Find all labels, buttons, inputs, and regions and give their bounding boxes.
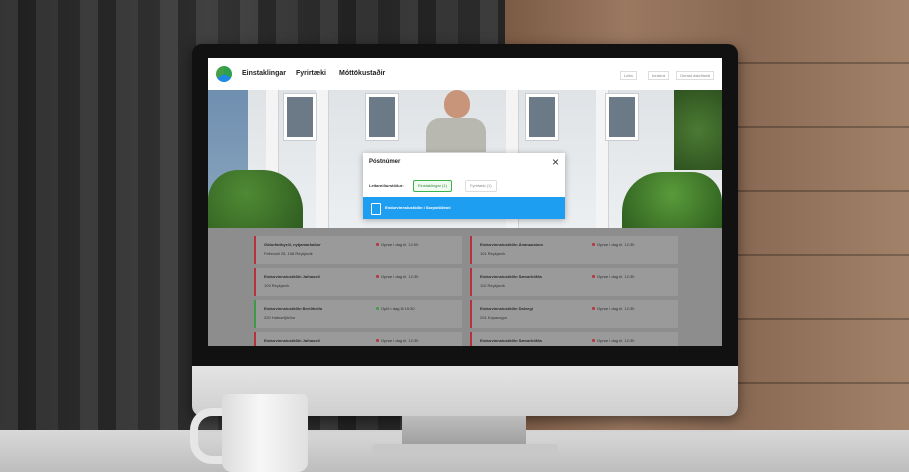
search-button[interactable]: Leita: [620, 71, 637, 80]
subscribe-button[interactable]: Gerast áskrifandi: [676, 71, 715, 80]
location-card[interactable]: Endurvinnslustöðin Jafnaseli Opnar í dag…: [254, 332, 462, 346]
status-dot-icon: [376, 243, 379, 246]
location-card[interactable]: Göturfaribyrði, nytjamarkaður Fellsmúli …: [254, 236, 462, 264]
location-name: Endurvinnslustöðin Sævarhöfða: [480, 274, 542, 279]
location-name: Endurvinnslustöðin Jafnaseli: [264, 338, 320, 343]
hero-bush-right: [622, 172, 722, 228]
location-name: Göturfaribyrði, nytjamarkaður: [264, 242, 321, 247]
location-name: Endurvinnslustöðin Dalvegi: [480, 306, 533, 311]
status-dot-icon: [592, 275, 595, 278]
filter-fyrirtaeki[interactable]: Fyrirtæki (1): [465, 180, 497, 192]
status-dot-icon: [376, 339, 379, 342]
location-address: 110 Reykjavík: [480, 283, 505, 288]
status-dot-icon: [592, 243, 595, 246]
monitor-stand: [402, 416, 526, 446]
postcode-modal: Póstnúmer × Leitarniðurstöður: Einstakli…: [363, 153, 565, 219]
person-head: [444, 90, 470, 118]
site-header: Einstaklingar Fyrirtæki Móttökustaðir Le…: [208, 58, 722, 90]
status-dot-icon: [592, 307, 595, 310]
house-window: [284, 94, 316, 140]
close-icon[interactable]: ×: [552, 155, 559, 169]
location-status: Opnar í dag kl. 12:30: [592, 338, 634, 343]
location-card[interactable]: Endurvinnslustöðin Sævarhöfða Opnar í da…: [470, 332, 678, 346]
location-name: Endurvinnslustöðin Jafnaseli: [264, 274, 320, 279]
location-name: Endurvinnslustöðin Ánanaustum: [480, 242, 543, 247]
location-card[interactable]: Endurvinnslustöðin Sævarhöfða 110 Reykja…: [470, 268, 678, 296]
location-address: 201 Kópavogur: [480, 315, 508, 320]
bin-icon: [371, 203, 381, 215]
location-status: Opnar í dag kl. 12:30: [592, 306, 634, 311]
location-status: Opnar í dag kl. 12:30: [376, 274, 418, 279]
house-window: [526, 94, 558, 140]
results-label: Leitarniðurstöður:: [369, 183, 404, 188]
location-name: Endurvinnslustöðin Sævarhöfða: [480, 338, 542, 343]
nav-item-einstaklingar[interactable]: Einstaklingar: [242, 70, 286, 77]
status-dot-icon: [376, 275, 379, 278]
monitor-screen: Einstaklingar Fyrirtæki Móttökustaðir Le…: [208, 58, 722, 346]
location-list: Göturfaribyrði, nytjamarkaður Fellsmúli …: [208, 228, 722, 346]
location-address: 101 Reykjavík: [480, 251, 506, 256]
status-dot-icon: [592, 339, 595, 342]
location-address: 220 Hafnarfjörður: [264, 315, 296, 320]
location-address: 109 Reykjavík: [264, 283, 290, 288]
nav-item-fyrirtaeki[interactable]: Fyrirtæki: [296, 70, 326, 77]
location-status: Opnar í dag kl. 12:00: [376, 242, 418, 247]
modal-title: Póstnúmer: [369, 159, 401, 165]
location-name: Endurvinnslustöðin Breiðhellu: [264, 306, 323, 311]
status-dot-icon: [376, 307, 379, 310]
location-address: Fellsmúli 28, 108 Reykjavík: [264, 251, 313, 256]
monitor-stand-base: [372, 444, 558, 454]
location-status: Opnar í dag kl. 12:30: [592, 274, 634, 279]
site-logo-icon[interactable]: [216, 66, 232, 82]
location-card[interactable]: Endurvinnslustöðin Dalvegi 201 Kópavogur…: [470, 300, 678, 328]
filter-einstaklingar[interactable]: Einstaklingar (1): [413, 180, 452, 192]
person-body: [426, 118, 486, 152]
house-window: [366, 94, 398, 140]
hero-bush-left: [208, 170, 303, 228]
location-card[interactable]: Endurvinnslustöðin Jafnaseli 109 Reykjav…: [254, 268, 462, 296]
house-column: [316, 90, 328, 228]
login-button[interactable]: Innskrá: [648, 71, 670, 80]
location-card[interactable]: Endurvinnslustöðin Breiðhellu 220 Hafnar…: [254, 300, 462, 328]
coffee-mug: [222, 394, 308, 472]
result-row[interactable]: Endurvinnslustöðin í Sorpstöðinni: [363, 197, 565, 219]
house-window: [606, 94, 638, 140]
location-card[interactable]: Endurvinnslustöðin Ánanaustum 101 Reykja…: [470, 236, 678, 264]
hero-tree: [674, 90, 722, 170]
result-text: Endurvinnslustöðin í Sorpstöðinni: [385, 205, 451, 210]
hero-person: [426, 90, 486, 152]
location-status: Opnar í dag kl. 12:30: [376, 338, 418, 343]
nav-item-mottokustadir[interactable]: Móttökustaðir: [339, 70, 385, 77]
location-status: Opið í dag til 19:30: [376, 306, 415, 311]
location-status: Opnar í dag kl. 12:30: [592, 242, 634, 247]
